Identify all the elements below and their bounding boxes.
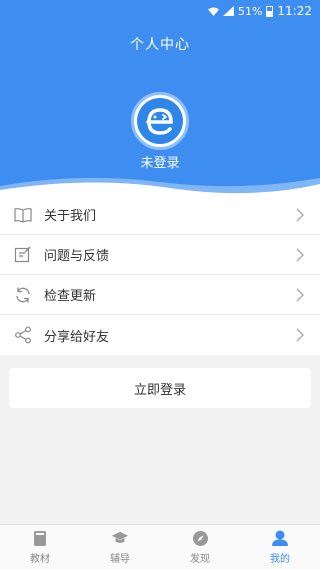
battery-icon <box>266 5 274 17</box>
edit-icon <box>14 246 32 264</box>
login-button[interactable]: 立即登录 <box>9 368 311 408</box>
chevron-right-icon <box>296 288 304 302</box>
battery-percent: 51% <box>237 4 263 18</box>
menu-label-feedback: 问题与反馈 <box>44 249 110 264</box>
settings-menu: 关于我们 问题与反馈 检查更新 分享给好友 <box>0 195 320 355</box>
page-title: 个人中心 <box>130 37 190 53</box>
tab-tutoring[interactable]: 辅导 <box>80 525 160 569</box>
chevron-right-icon <box>296 328 304 342</box>
signal-icon <box>222 6 234 16</box>
compass-icon <box>191 529 209 547</box>
logo-e-icon <box>137 98 183 144</box>
chevron-right-icon <box>296 248 304 262</box>
bottom-tab-bar: 教材 辅导 发现 我的 <box>0 524 320 569</box>
tab-mine[interactable]: 我的 <box>240 525 320 569</box>
menu-item-check-update[interactable]: 检查更新 <box>0 275 320 315</box>
share-icon <box>14 326 32 344</box>
graduation-cap-icon <box>111 529 129 547</box>
book-icon <box>14 206 32 224</box>
profile-header: 51% 11:22 个人中心 未登录 <box>0 0 320 195</box>
tab-textbook[interactable]: 教材 <box>0 525 80 569</box>
menu-label-share: 分享给好友 <box>44 329 110 345</box>
avatar[interactable] <box>131 92 189 150</box>
header-wave <box>0 177 320 195</box>
clock: 11:22 <box>277 4 312 18</box>
refresh-icon <box>14 286 32 304</box>
menu-item-about[interactable]: 关于我们 <box>0 195 320 235</box>
tab-label-textbook: 教材 <box>30 554 50 565</box>
chevron-right-icon <box>296 208 304 222</box>
menu-label-check-update: 检查更新 <box>44 289 97 304</box>
wifi-icon <box>207 7 219 16</box>
tab-label-tutoring: 辅导 <box>110 554 130 565</box>
status-bar: 51% 11:22 <box>0 0 320 22</box>
menu-item-share[interactable]: 分享给好友 <box>0 315 320 355</box>
user-icon <box>271 529 289 547</box>
textbook-icon <box>31 529 49 547</box>
menu-label-about: 关于我们 <box>44 209 97 224</box>
tab-label-discover: 发现 <box>190 554 210 565</box>
tab-discover[interactable]: 发现 <box>160 525 240 569</box>
menu-item-feedback[interactable]: 问题与反馈 <box>0 235 320 275</box>
tab-label-mine: 我的 <box>270 554 290 565</box>
